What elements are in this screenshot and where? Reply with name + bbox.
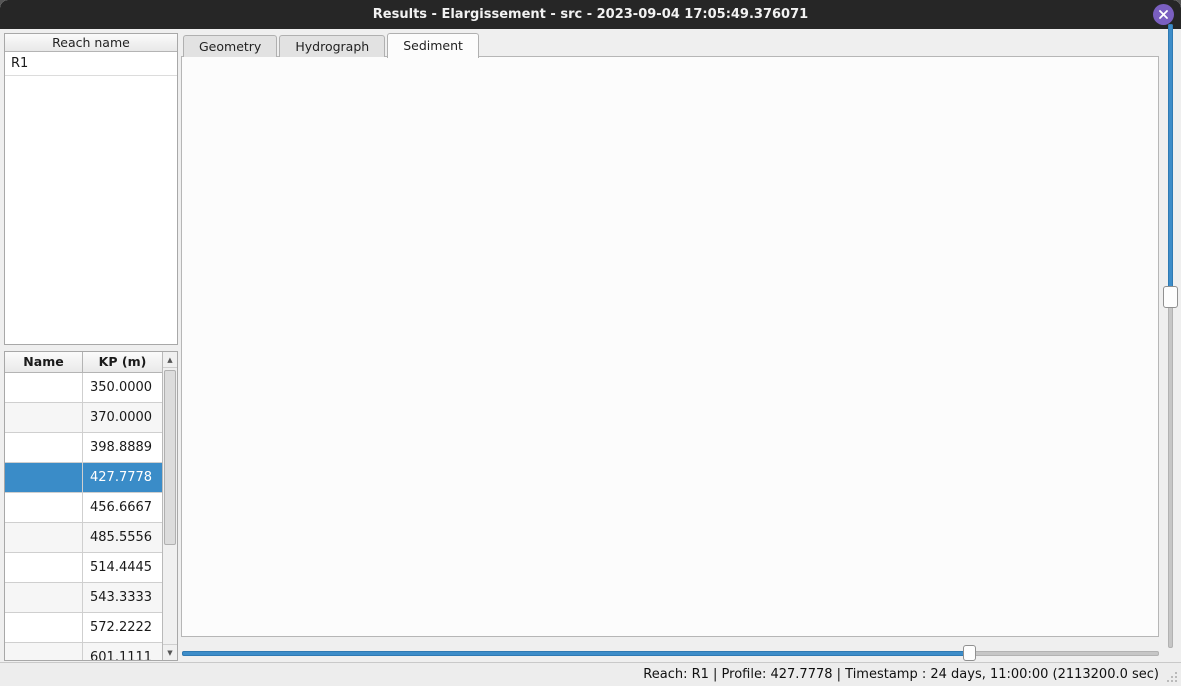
table-row[interactable]: 485.5556 [5, 523, 163, 553]
cell-kp[interactable]: 350.0000 [83, 373, 163, 402]
table-row[interactable]: 572.2222 [5, 613, 163, 643]
profile-slider-thumb[interactable] [1163, 286, 1178, 308]
table-row[interactable]: 514.4445 [5, 553, 163, 583]
close-icon [1158, 9, 1169, 20]
column-header-kp[interactable]: KP (m) [83, 352, 163, 373]
table-row[interactable]: 398.8889 [5, 433, 163, 463]
sediment-tab-panel [181, 56, 1159, 637]
scroll-up-arrow-icon[interactable]: ▲ [163, 352, 177, 368]
cell-name[interactable] [5, 403, 83, 432]
table-row[interactable]: 370.0000 [5, 403, 163, 433]
cell-kp[interactable]: 456.6667 [83, 493, 163, 522]
cell-kp[interactable]: 370.0000 [83, 403, 163, 432]
cell-name[interactable] [5, 373, 83, 402]
timestamp-slider-thumb[interactable] [963, 645, 976, 661]
table-row[interactable]: 350.0000 [5, 373, 163, 403]
results-window: Results - Elargissement - src - 2023-09-… [0, 0, 1181, 686]
cell-name[interactable] [5, 523, 83, 552]
timestamp-slider[interactable] [182, 645, 1159, 661]
reach-list-panel: Reach name R1 [4, 33, 178, 345]
cell-kp[interactable]: 427.7778 [83, 463, 163, 492]
scroll-down-arrow-icon[interactable]: ▼ [163, 644, 177, 660]
table-row[interactable]: 601.1111 [5, 643, 163, 661]
cell-kp[interactable]: 572.2222 [83, 613, 163, 642]
tab-sediment[interactable]: Sediment [387, 33, 479, 58]
tab-bar: GeometryHydrographSediment [183, 33, 481, 57]
profile-table-header: Name KP (m) [5, 352, 163, 373]
profile-table-rows: 350.0000370.0000398.8889427.7778456.6667… [5, 373, 163, 661]
close-button[interactable] [1153, 4, 1174, 25]
table-row[interactable]: 456.6667 [5, 493, 163, 523]
cell-name[interactable] [5, 613, 83, 642]
reach-list-item[interactable]: R1 [5, 52, 177, 76]
cell-name[interactable] [5, 463, 83, 492]
profile-slider[interactable] [1162, 24, 1178, 648]
tab-geometry[interactable]: Geometry [183, 35, 277, 57]
timestamp-slider-fill [182, 651, 969, 656]
table-row[interactable]: 543.3333 [5, 583, 163, 613]
table-scrollbar-thumb[interactable] [164, 370, 176, 545]
table-scrollbar[interactable]: ▲ ▼ [162, 352, 177, 660]
cell-name[interactable] [5, 553, 83, 582]
status-text: Reach: R1 | Profile: 427.7778 | Timestam… [643, 667, 1159, 682]
tab-hydrograph[interactable]: Hydrograph [279, 35, 385, 57]
table-row[interactable]: 427.7778 [5, 463, 163, 493]
cell-kp[interactable]: 601.1111 [83, 643, 163, 661]
cell-kp[interactable]: 543.3333 [83, 583, 163, 612]
reach-list-header: Reach name [5, 34, 177, 52]
reach-list: R1 [5, 52, 177, 76]
cell-name[interactable] [5, 583, 83, 612]
cell-name[interactable] [5, 643, 83, 661]
profile-table: Name KP (m) 350.0000370.0000398.8889427.… [4, 351, 178, 661]
cell-name[interactable] [5, 493, 83, 522]
window-titlebar: Results - Elargissement - src - 2023-09-… [0, 0, 1181, 29]
cell-kp[interactable]: 485.5556 [83, 523, 163, 552]
status-bar: Reach: R1 | Profile: 427.7778 | Timestam… [0, 662, 1181, 686]
cell-kp[interactable]: 514.4445 [83, 553, 163, 582]
column-header-name[interactable]: Name [5, 352, 83, 373]
cell-name[interactable] [5, 433, 83, 462]
window-title: Results - Elargissement - src - 2023-09-… [373, 7, 808, 22]
profile-slider-fill [1168, 24, 1173, 297]
cell-kp[interactable]: 398.8889 [83, 433, 163, 462]
resize-grip-icon[interactable] [1166, 671, 1178, 683]
